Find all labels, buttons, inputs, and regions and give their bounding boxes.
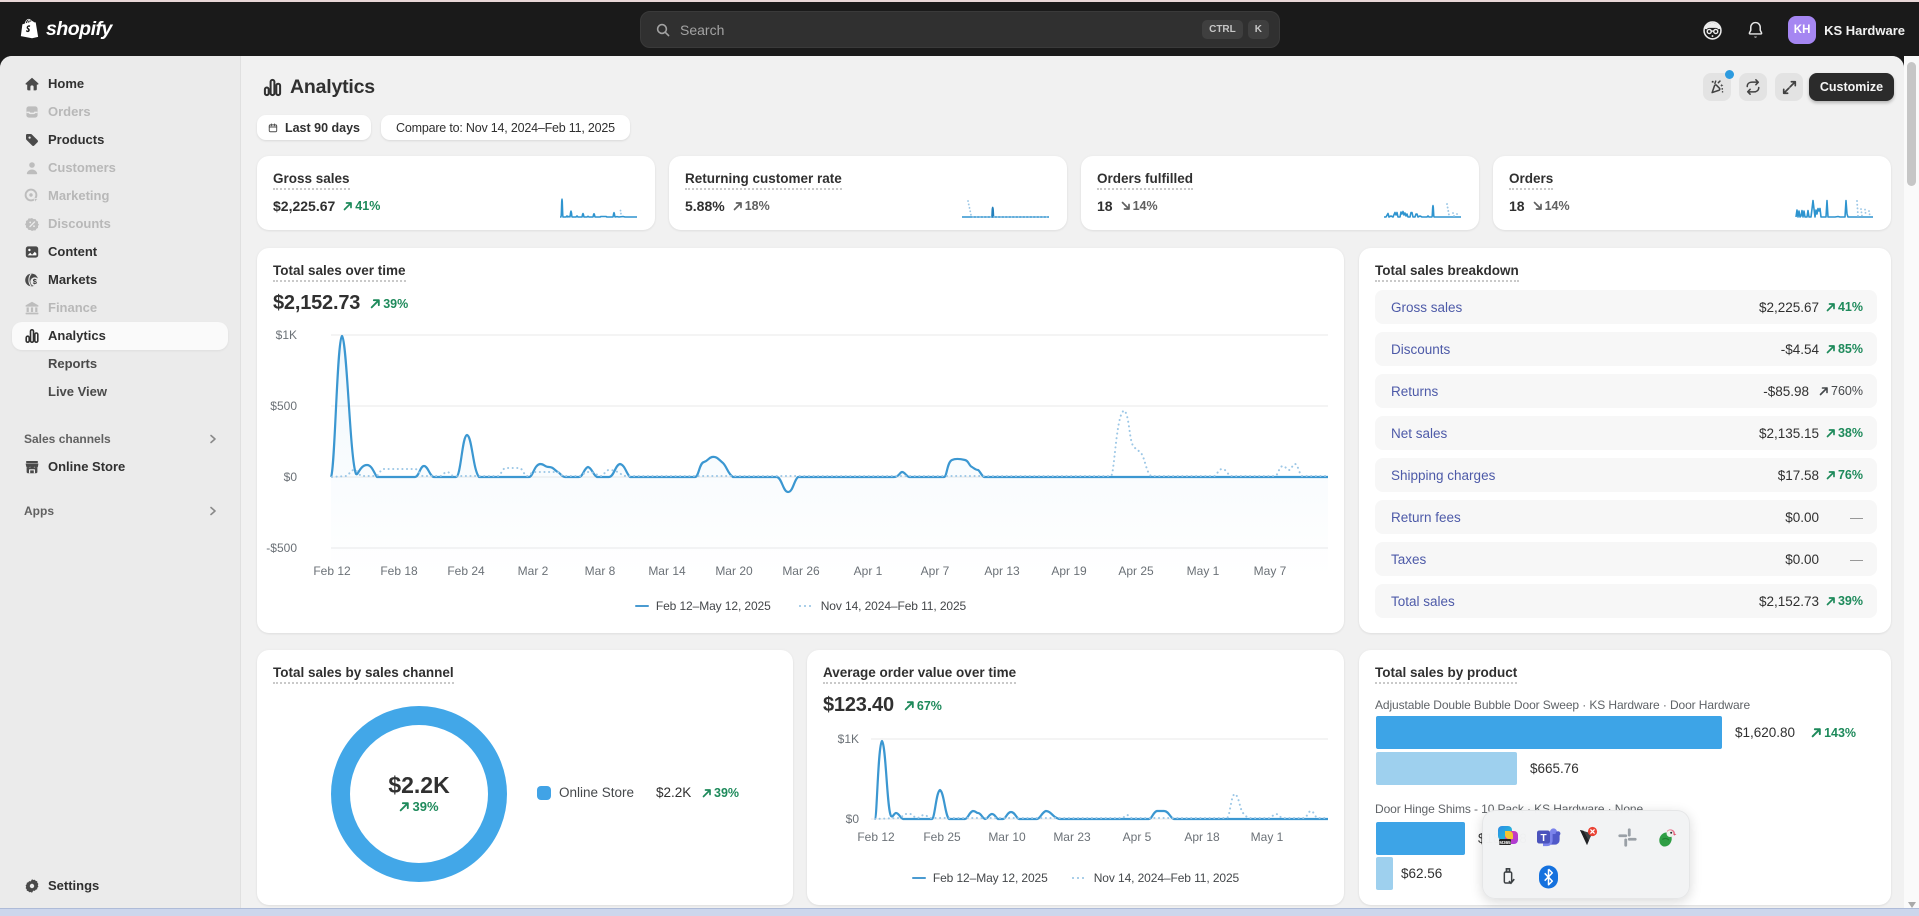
svg-text:$0: $0: [846, 812, 860, 826]
svg-text:$: $: [33, 277, 37, 286]
svg-text:Feb 12: Feb 12: [857, 830, 895, 844]
svg-text:M365: M365: [1499, 840, 1511, 845]
svg-text:$1K: $1K: [838, 732, 859, 746]
svg-text:-$500: -$500: [266, 541, 297, 555]
svg-text:Mar 10: Mar 10: [988, 830, 1026, 844]
svg-text:T: T: [1540, 833, 1546, 844]
svg-text:May 1: May 1: [1251, 830, 1284, 844]
svg-text:Mar 23: Mar 23: [1053, 830, 1091, 844]
svg-text:$500: $500: [270, 399, 297, 413]
svg-text:$1K: $1K: [276, 328, 297, 342]
svg-text:$0: $0: [284, 470, 298, 484]
svg-text:Apr 5: Apr 5: [1123, 830, 1152, 844]
svg-text:Apr 18: Apr 18: [1184, 830, 1220, 844]
svg-text:Feb 25: Feb 25: [923, 830, 961, 844]
